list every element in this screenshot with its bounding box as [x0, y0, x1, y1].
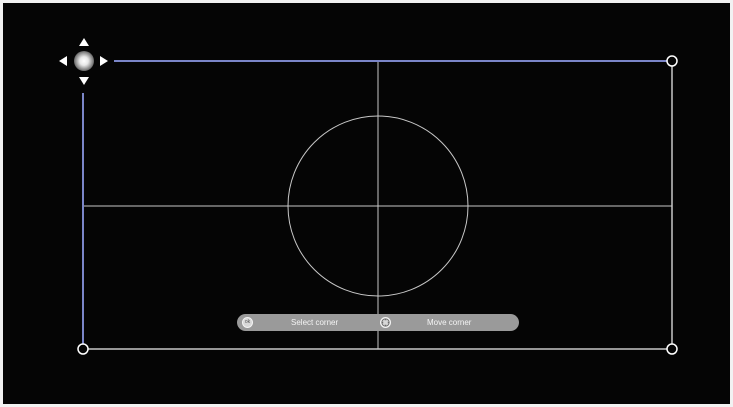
arrow-right-icon	[100, 56, 108, 66]
ok-icon-glyph: ok	[244, 319, 251, 325]
corner-handle-bottom-left[interactable]	[77, 343, 89, 355]
dpad-icon	[380, 317, 391, 328]
move-corner-label: Move corner	[427, 318, 472, 327]
ok-button-icon: ok	[242, 317, 253, 328]
dpad-icon-graphic	[381, 318, 390, 327]
arrow-up-icon	[79, 38, 89, 46]
arrow-left-icon	[59, 56, 67, 66]
select-corner-label: Select corner	[291, 318, 339, 327]
selected-corner-top-left[interactable]	[57, 38, 111, 86]
nav-center-icon	[74, 51, 94, 71]
hint-select-corner: ok Select corner	[242, 314, 338, 331]
arrow-down-icon	[79, 77, 89, 85]
corner-handle-bottom-right[interactable]	[666, 343, 678, 355]
corner-handle-top-right[interactable]	[666, 55, 678, 67]
hint-move-corner: Move corner	[380, 314, 471, 331]
hint-bar: ok Select corner Move corner	[237, 314, 519, 331]
